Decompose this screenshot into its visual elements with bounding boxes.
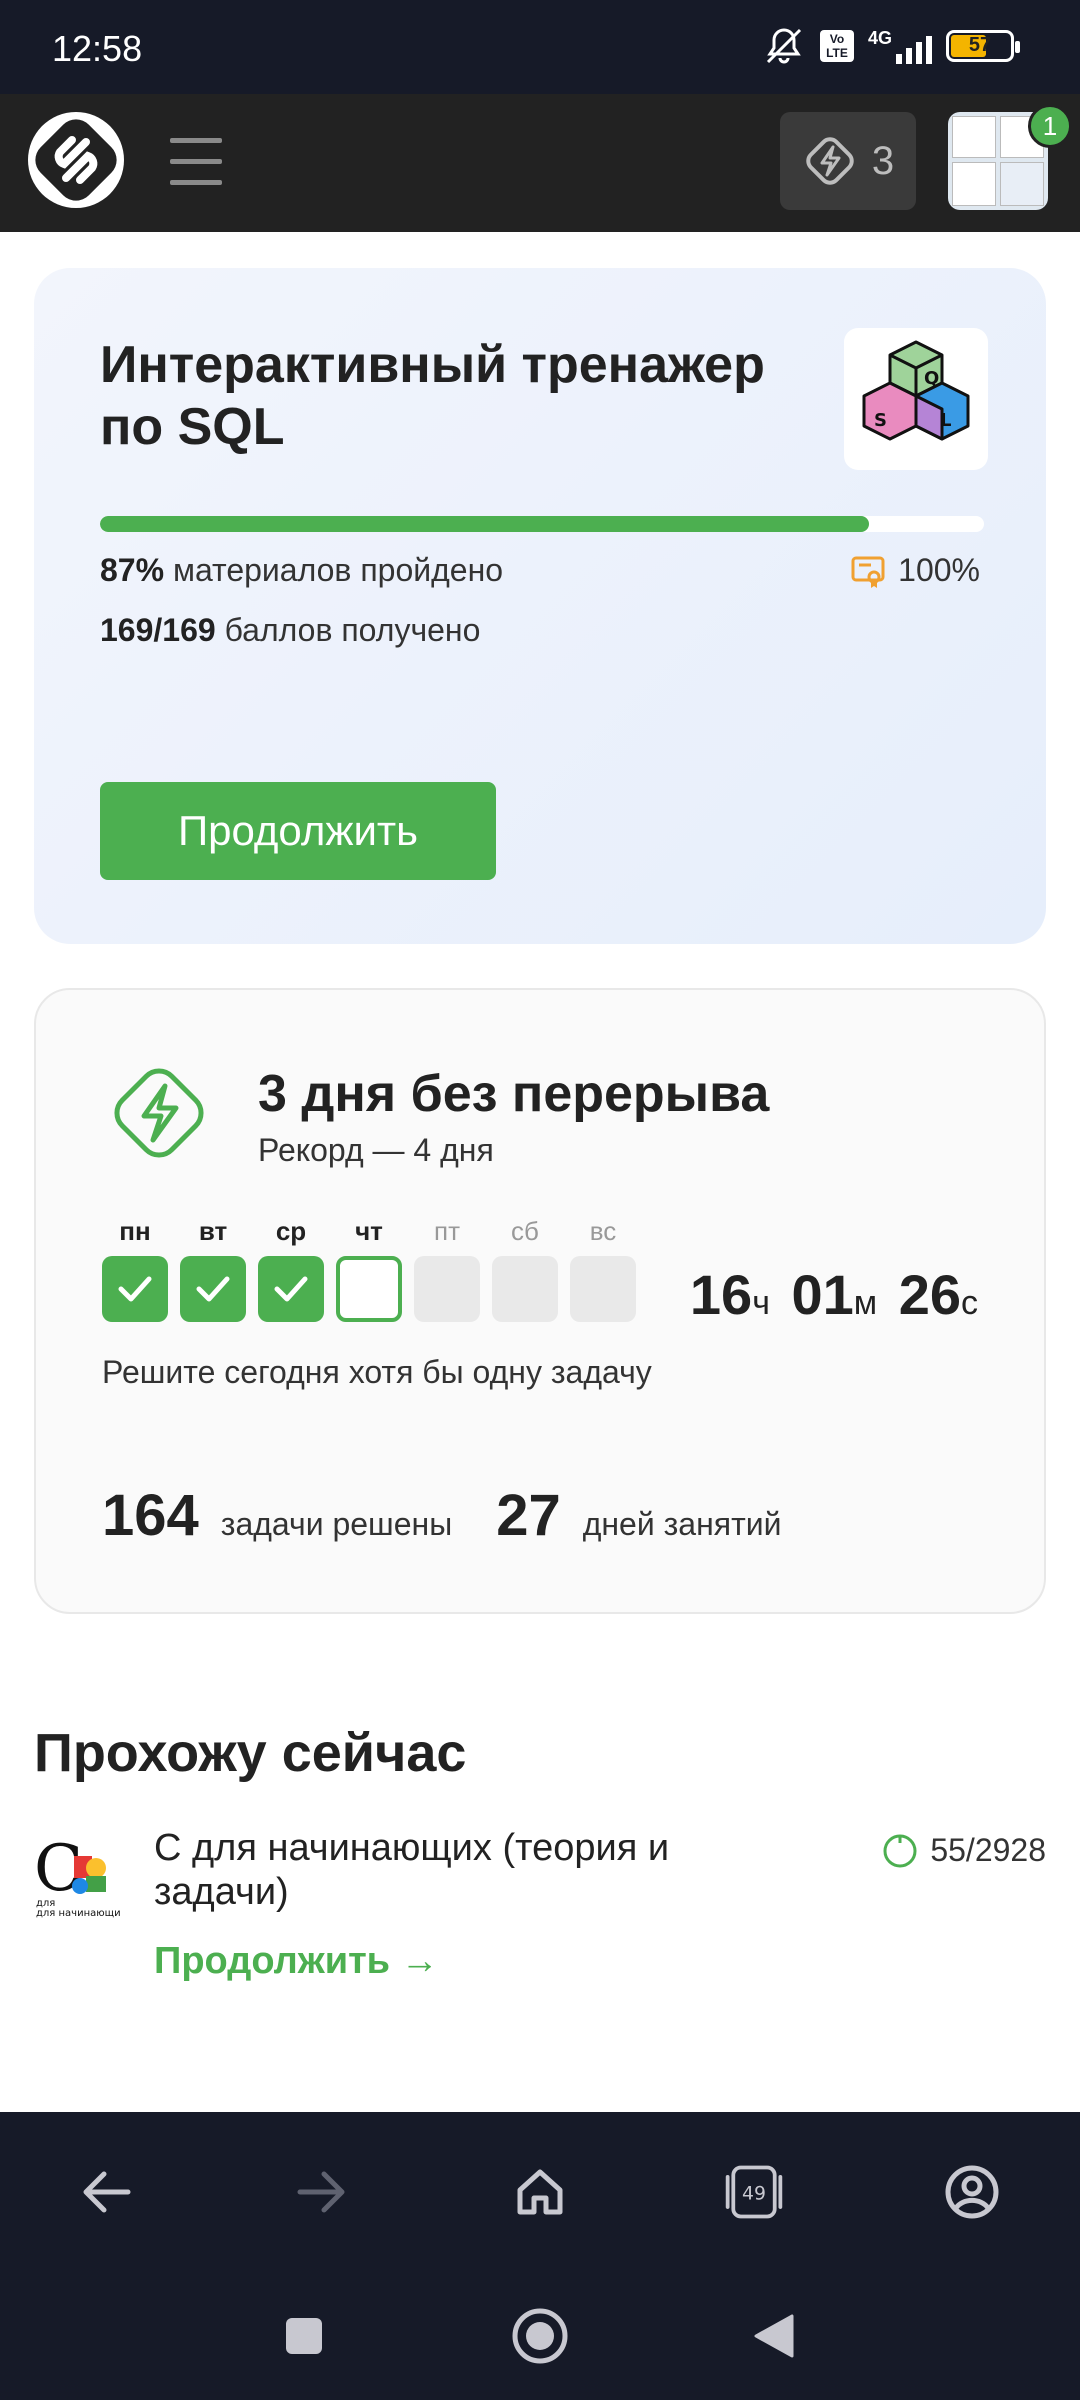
certificate-threshold: 100% (850, 552, 980, 589)
course-name[interactable]: С для начинающих (теория и задачи) (154, 1826, 774, 1914)
app-header: 3 (0, 94, 1080, 232)
streak-card: 3 дня без перерыва Рекорд — 4 дня пн вт … (34, 988, 1046, 1614)
certificate-icon (851, 556, 885, 588)
volte-icon: Vo LTE (819, 30, 854, 62)
countdown-timer: 16ч 01м 26с (689, 1263, 978, 1326)
day-fri: пт (414, 1216, 480, 1322)
svg-text:49: 49 (742, 2184, 766, 2205)
day-sat: сб (492, 1216, 558, 1322)
continue-button[interactable]: Продолжить (100, 782, 496, 880)
course-progress-fill (100, 516, 870, 532)
back-triangle-icon[interactable] (740, 2302, 808, 2370)
stats-row: 164 задачи решены 27 дней занятий (102, 1482, 803, 1549)
home-circle-icon[interactable] (506, 2302, 574, 2370)
svg-text:S: S (874, 410, 887, 431)
course-progress: 55/2928 (882, 1832, 1046, 1869)
status-bar: 12:58 Vo LTE 4G 57 (0, 0, 1080, 94)
continue-link[interactable]: Продолжить → (154, 1940, 439, 1983)
battery-icon: 57 (946, 30, 1020, 62)
mute-icon (766, 28, 802, 64)
week-days: пн вт ср чт пт сб вс (102, 1216, 636, 1322)
course-progress-bar (100, 516, 984, 532)
course-title: Интерактивный тренажер по SQL (100, 336, 765, 456)
svg-text:для начинающих: для начинающих (36, 1908, 120, 1918)
section-title: Прохожу сейчас (34, 1723, 467, 1783)
streak-record: Рекорд — 4 дня (258, 1132, 494, 1168)
course-thumbnail[interactable]: C для для начинающих (34, 1832, 127, 1919)
tabs-icon[interactable]: 49 (722, 2160, 786, 2224)
lightning-icon (806, 137, 854, 185)
svg-text:Q: Q (924, 368, 939, 389)
progress-ring-icon (883, 1834, 917, 1867)
system-nav-bar (0, 2272, 1080, 2400)
course-card: Интерактивный тренажер по SQL Q S L 87% … (34, 268, 1046, 944)
energy-button[interactable]: 3 (780, 112, 916, 210)
menu-icon[interactable] (170, 138, 222, 186)
notification-badge: 1 (1028, 104, 1072, 148)
forward-arrow-icon[interactable] (290, 2160, 354, 2224)
check-icon (196, 1276, 230, 1302)
day-thu: чт (336, 1216, 402, 1322)
home-icon[interactable] (508, 2160, 572, 2224)
day-tue: вт (180, 1216, 246, 1322)
svg-text:L: L (940, 410, 951, 431)
energy-count: 3 (871, 138, 895, 183)
study-days-count: 27 (496, 1483, 561, 1548)
back-arrow-icon[interactable] (74, 2160, 138, 2224)
check-icon (274, 1276, 308, 1302)
recents-square-icon[interactable] (270, 2302, 338, 2370)
tasks-solved-count: 164 (102, 1483, 199, 1548)
day-mon: пн (102, 1216, 168, 1322)
logo-icon[interactable] (28, 112, 124, 208)
lightning-icon (114, 1068, 204, 1158)
points-text: 169/169 баллов получено (100, 612, 481, 648)
streak-title: 3 дня без перерыва (258, 1065, 770, 1123)
day-wed: ср (258, 1216, 324, 1322)
status-time: 12:58 (52, 28, 143, 69)
account-icon[interactable] (940, 2160, 1004, 2224)
tasks-solved-label: задачи решены (220, 1506, 453, 1542)
study-days-label: дней занятий (582, 1506, 782, 1542)
check-icon (118, 1276, 152, 1302)
progress-text: 87% материалов пройдено (100, 552, 504, 588)
status-icons: Vo LTE 4G 57 (762, 26, 1020, 66)
day-sun: вс (570, 1216, 636, 1322)
network-icon: 4G (868, 28, 932, 64)
streak-hint: Решите сегодня хотя бы одну задачу (102, 1354, 652, 1390)
sql-cubes-icon: Q S L (844, 328, 988, 470)
browser-toolbar: 49 (0, 2112, 1080, 2272)
